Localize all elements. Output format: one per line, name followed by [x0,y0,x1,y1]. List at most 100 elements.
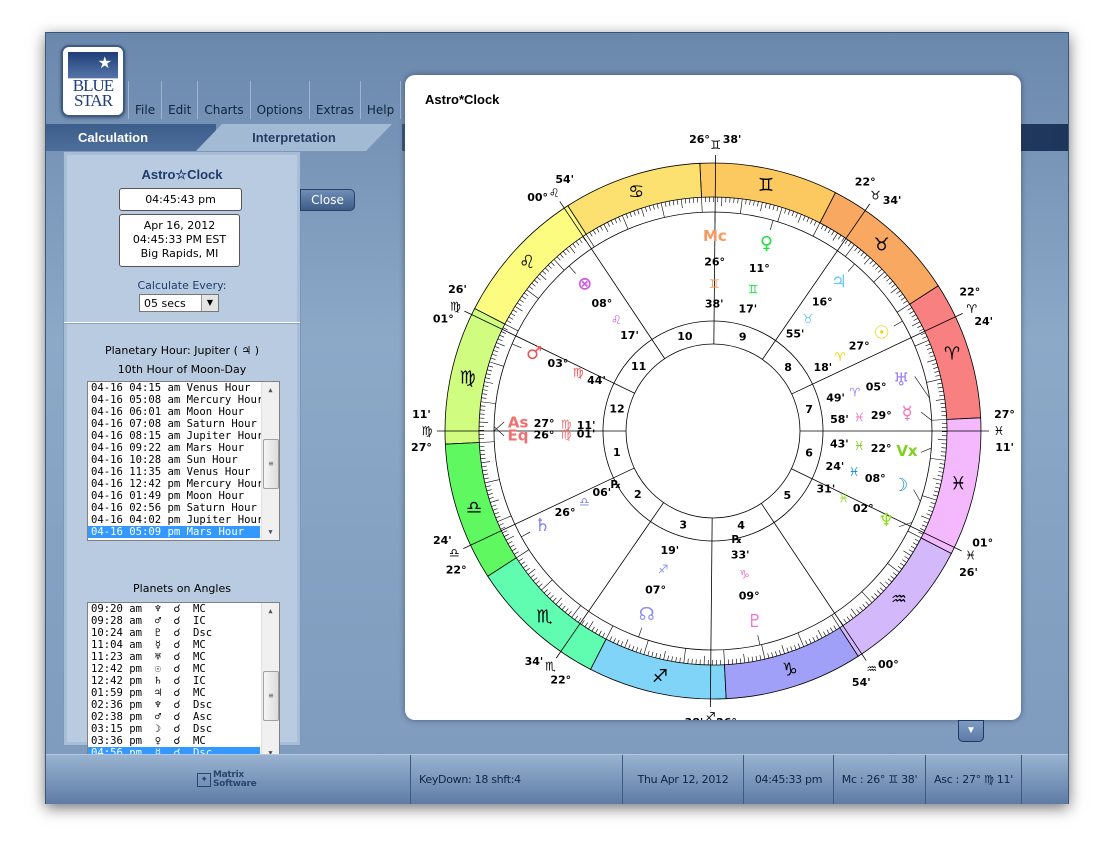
matrix-logo-icon: ✦ [197,772,211,787]
list-item[interactable]: 04-16 05:09 pm Mars Hour [88,526,260,538]
list-item[interactable]: 04-16 04:02 pm Jupiter Hour [88,514,263,526]
zodiac-glyph-4: ♌ [519,252,535,273]
degree-tick [764,203,767,209]
list-item[interactable]: 11:04 am ☿ ☌ MC [88,639,260,651]
degree-tick [938,390,944,393]
dropdown-arrow-icon[interactable]: ▼ [201,295,218,311]
planet-degree: 11° [749,262,770,275]
list-item[interactable]: 01:59 pm ♃ ☌ MC [88,687,260,699]
degree-tick [935,374,941,377]
degree-tick [520,561,526,565]
degree-tick [631,645,635,651]
list-item[interactable]: 04-16 12:42 pm Mercury Hour [88,478,263,490]
zodiac-glyph-1: ♉ [873,235,889,256]
calculate-every-select[interactable]: 05 secs ▼ [139,294,219,312]
degree-tick [582,236,586,241]
planet-minute: 43' [830,437,849,450]
list-item[interactable]: 09:20 am ♆ ☌ MC [88,603,260,615]
scroll-thumb[interactable]: ≡ [263,439,279,489]
degree-tick [546,592,551,597]
degree-tick [584,622,588,628]
list-item[interactable]: 03:36 pm ♀ ☌ MC [88,735,260,747]
list-item[interactable]: 04-16 09:22 am Mars Hour [88,442,260,454]
degree-tick [886,277,891,282]
list-item[interactable]: 03:15 pm ☽ ☌ Dsc [88,723,260,735]
tab-interpretation[interactable]: Interpretation [196,124,392,151]
degree-tick [668,201,671,207]
planets-on-angles-list[interactable]: 09:20 am ♆ ☌ MC 09:28 am ♂ ☌ IC 10:24 am ♇… [87,602,280,762]
degree-tick [607,222,610,227]
menu-help[interactable]: Help [359,81,402,119]
scroll-up-icon[interactable]: ▲ [262,382,279,398]
menu-options[interactable]: Options [249,81,309,119]
degree-tick [516,549,530,559]
degree-tick [940,406,946,409]
cusp-degree-12: 01° [433,313,454,326]
list-item[interactable]: 04-16 04:15 am Venus Hour [88,382,260,394]
zodiac-glyph-9: ♑ [782,659,798,680]
menu-charts[interactable]: Charts [197,81,249,119]
close-button[interactable]: Close [300,189,355,211]
degree-tick [599,225,603,231]
planetary-hours-list[interactable]: 04-16 04:15 am Venus Hour 04-16 05:08 am … [87,381,280,541]
cusp-sign-11: ♌ [549,186,560,200]
scroll-down-button[interactable]: ▼ [958,720,984,742]
degree-tick [863,254,868,259]
degree-tick [484,479,500,484]
degree-tick [938,471,944,473]
tab-calculation[interactable]: Calculation [46,124,216,151]
list-item[interactable]: 11:23 am ♅ ☌ MC [88,651,260,663]
matrix-logo: ✦ Matrix Software [197,770,259,789]
degree-tick [856,609,860,614]
degree-tick [553,259,565,271]
degree-tick [648,205,651,211]
planet-sign: ♓ [838,491,849,505]
degree-tick [680,199,683,209]
list-item[interactable]: 04-16 06:01 am Moon Hour [88,406,260,418]
list-item[interactable]: 04-16 07:08 am Saturn Hour [88,418,260,430]
list-item[interactable]: 04-16 10:28 am Sun Hour [88,454,260,466]
degree-tick [701,197,703,213]
list-item[interactable]: 02:36 pm ♆ ☌ Dsc [88,699,260,711]
planet-minute: 33' [731,549,750,562]
menu-extras[interactable]: Extras [308,81,360,119]
cusp-minute-10: 38' [723,133,742,146]
menu-edit[interactable]: Edit [161,81,197,119]
list-item[interactable]: 04-16 01:49 pm Moon Hour [88,490,260,502]
degree-tick [550,261,555,266]
chart-panel: Astro*Clock ♈ ♉ ♊ ♋ ♌ ♍ ♎ ♏ ♐ ♑ ♒ ♓ 1 ♍ 27° 11' 2 ♎ 22° 24'… [405,75,1021,720]
planet-minute: 58' [830,413,849,426]
list-item[interactable]: 04-16 02:56 pm Saturn Hour [88,502,260,514]
degree-tick [635,647,639,653]
degree-tick [817,629,823,639]
list-item[interactable]: 04-16 11:35 am Venus Hour [88,466,260,478]
list-item[interactable]: 12:42 pm ♄ ☌ IC [88,675,260,687]
scrollbar[interactable]: ▲ ≡ ▼ [261,603,279,761]
scrollbar[interactable]: ▲ ≡ ▼ [261,382,279,540]
degree-tick [899,562,905,567]
calculate-every-label: Calculate Every: [137,279,227,292]
degree-tick [629,212,632,218]
cusp-minute-9: 34' [883,194,902,207]
list-item[interactable]: 10:24 am ♇ ☌ Dsc [88,627,260,639]
planet-glyph-neptune: ♆ [878,510,894,531]
list-item[interactable]: 02:38 pm ♂ ☌ Asc [88,711,260,723]
list-item[interactable]: 12:42 pm ☉ ☌ MC [88,663,260,675]
degree-tick [591,626,595,632]
scroll-up-icon[interactable]: ▲ [262,603,279,619]
scroll-thumb[interactable]: ≡ [263,671,279,721]
degree-tick [664,201,667,207]
menu-file[interactable]: File [128,81,161,119]
degree-tick [637,209,640,215]
degree-tick [902,559,907,563]
list-item[interactable]: 04-16 05:08 am Mercury Hour [88,394,263,406]
cusp-degree-7: 27° [994,408,1015,421]
scroll-down-icon[interactable]: ▼ [262,524,279,540]
status-asc: Asc : 27° ♍ 11' [926,755,1022,804]
degree-tick [489,361,504,367]
list-item[interactable]: 04-16 08:15 am Jupiter Hour [88,430,263,442]
degree-tick [516,302,522,306]
degree-tick [749,199,751,205]
list-item[interactable]: 09:28 am ♂ ☌ IC [88,615,260,627]
zodiac-glyph-8: ♐ [652,666,668,687]
